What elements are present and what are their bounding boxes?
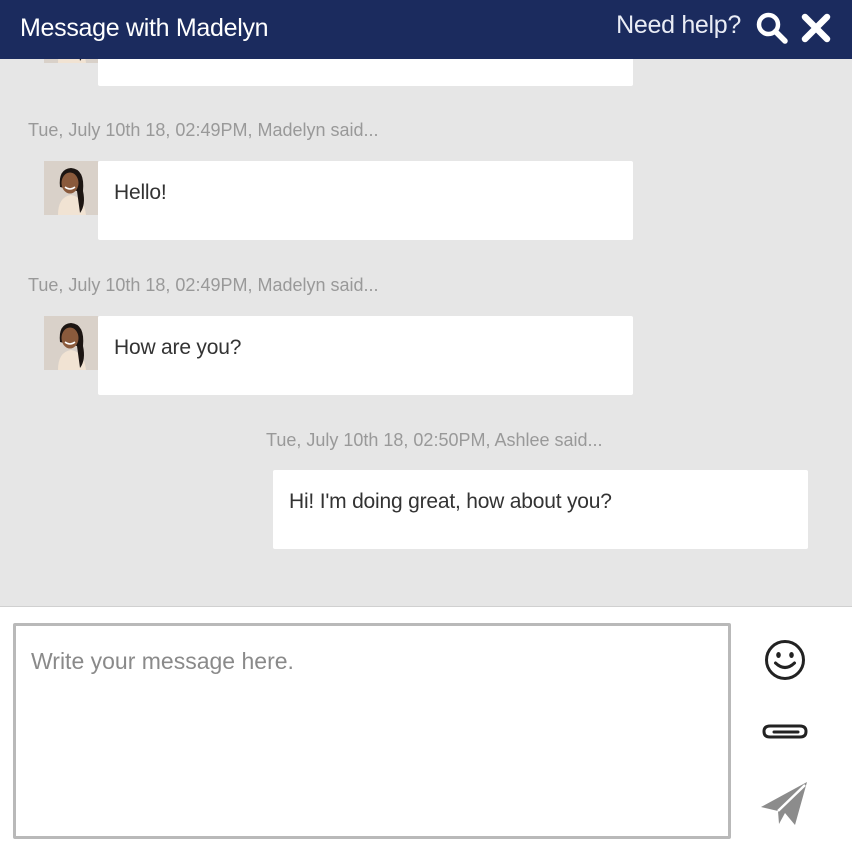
message-text: Hello! <box>114 181 167 204</box>
avatar <box>44 59 98 63</box>
search-icon[interactable] <box>755 11 789 45</box>
avatar <box>44 161 98 215</box>
message-meta: Tue, July 10th 18, 02:49PM, Madelyn said… <box>28 120 379 140</box>
send-button[interactable] <box>755 777 815 831</box>
avatar <box>44 316 98 370</box>
message-bubble-incoming <box>98 59 633 86</box>
message-bubble-outgoing: Hi! I'm doing great, how about you? <box>273 470 808 549</box>
send-icon <box>761 782 807 825</box>
help-link[interactable]: Need help? <box>616 11 741 40</box>
message-bubble-incoming: How are you? <box>98 316 633 395</box>
message-bubble-incoming: Hello! <box>98 161 633 240</box>
emoji-button[interactable] <box>755 633 815 687</box>
paperclip-icon <box>762 724 808 739</box>
message-thread[interactable]: Tue, July 10th 18, 02:49PM, Madelyn said… <box>0 59 852 607</box>
smiley-icon <box>765 640 805 680</box>
message-meta: Tue, July 10th 18, 02:49PM, Madelyn said… <box>28 275 379 295</box>
message-input[interactable] <box>13 623 731 839</box>
message-meta: Tue, July 10th 18, 02:50PM, Ashlee said.… <box>266 430 603 450</box>
message-text: How are you? <box>114 336 242 359</box>
close-icon[interactable] <box>799 11 833 45</box>
chat-title: Message with Madelyn <box>20 14 269 42</box>
attach-button[interactable] <box>755 705 815 759</box>
message-text: Hi! I'm doing great, how about you? <box>289 490 612 513</box>
message-composer <box>0 607 852 849</box>
chat-header: Message with Madelyn Need help? <box>0 0 852 59</box>
